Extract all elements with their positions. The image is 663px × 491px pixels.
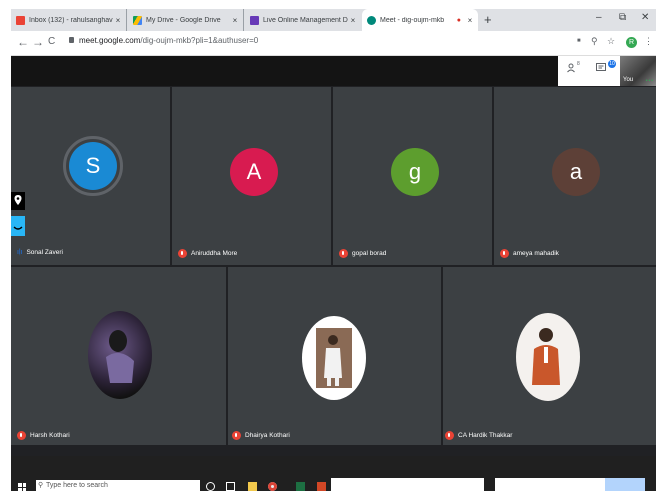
meet-icon (367, 15, 376, 25)
participant-name: gopal borad (352, 250, 387, 257)
taskbar-window-preview[interactable] (331, 478, 484, 491)
participant-name-label: CA Hardik Thakkar (445, 431, 512, 440)
tab-drive[interactable]: My Drive - Google Drive × (128, 9, 244, 31)
participant-name: Sonal Zaveri (26, 249, 63, 256)
mic-muted-icon (232, 431, 241, 440)
cortana-icon[interactable] (206, 482, 215, 491)
side-overlay (11, 192, 25, 242)
tab-title: Inbox (132) - rahulsanghavi@sri (29, 16, 113, 24)
gmail-icon (16, 15, 25, 25)
task-view-icon[interactable] (226, 482, 235, 491)
file-explorer-icon[interactable] (248, 482, 257, 491)
close-tab-icon[interactable]: × (465, 16, 475, 25)
meet-top-bar: 8 10 You ••• (11, 56, 656, 86)
participant-avatar: S (69, 142, 117, 190)
mic-muted-icon (178, 249, 187, 258)
participant-name-label: Aniruddha More (178, 249, 237, 258)
recording-icon: ● (456, 16, 461, 24)
participant-photo (302, 316, 366, 400)
chrome-icon[interactable] (268, 482, 277, 491)
participant-avatar: g (391, 148, 439, 196)
mic-muted-icon (17, 431, 26, 440)
back-button[interactable]: ← (17, 35, 29, 49)
forms-icon (250, 15, 259, 25)
search-placeholder: Type here to search (46, 482, 108, 489)
people-count: 8 (577, 61, 580, 67)
participant-photo (516, 313, 580, 401)
smile-widget-icon[interactable] (11, 216, 25, 236)
zoom-icon[interactable]: ⚲ (591, 36, 598, 47)
menu-icon[interactable]: ⋮ (644, 36, 653, 47)
new-tab-button[interactable]: + (484, 12, 492, 27)
address-bar-row: ← → C meet.google.com/dig-oujm-mkb?pli=1… (11, 31, 656, 56)
close-tab-icon[interactable]: × (113, 16, 123, 25)
tab-title: Meet - dig-oujm-mkb (380, 16, 445, 24)
profile-avatar[interactable]: R (626, 37, 637, 48)
tab-title: Live Online Management Develo (263, 16, 348, 24)
participant-name-label: ıḷı Sonal Zaveri (17, 249, 63, 256)
minimize-button[interactable]: – (596, 12, 602, 23)
self-label: You (623, 77, 634, 83)
drive-icon (133, 15, 142, 25)
lock-icon (69, 37, 74, 43)
self-options-icon[interactable]: ••• (646, 78, 654, 84)
participant-name-label: Harsh Kothari (17, 431, 70, 440)
voice-activity-icon: ıḷı (17, 249, 23, 256)
close-tab-icon[interactable]: × (348, 16, 358, 25)
participant-name: Aniruddha More (191, 250, 238, 257)
participant-name: CA Hardik Thakkar (458, 432, 513, 439)
forward-button[interactable]: → (32, 35, 44, 49)
meet-stage: 8 10 You ••• S A g a ıḷı Sonal Zaveri An… (11, 56, 656, 456)
taskbar-search-box[interactable]: ⚲ Type here to search (36, 480, 200, 491)
restore-button[interactable]: ⧉ (619, 12, 626, 23)
powerpoint-icon[interactable] (317, 482, 326, 491)
search-icon: ⚲ (38, 482, 44, 489)
windows-icon[interactable] (18, 483, 26, 491)
participant-name: Dhairya Kothari (245, 432, 290, 439)
participant-name: ameya mahadik (513, 250, 559, 257)
participant-name-label: Dhairya Kothari (232, 431, 290, 440)
camera-icon[interactable]: ■ (577, 38, 581, 44)
reload-button[interactable]: C (48, 36, 55, 47)
participant-avatar: a (552, 148, 600, 196)
url-field[interactable]: meet.google.com/dig-oujm-mkb?pli=1&authu… (79, 36, 258, 45)
chat-icon[interactable] (596, 63, 607, 76)
tab-meet[interactable]: Meet - dig-oujm-mkb ● × (362, 9, 478, 31)
participant-name: Harsh Kothari (30, 432, 70, 439)
participant-name-label: gopal borad (339, 249, 386, 258)
mic-muted-icon (339, 249, 348, 258)
tab-gmail[interactable]: Inbox (132) - rahulsanghavi@sri × (11, 9, 127, 31)
close-window-button[interactable]: ✕ (641, 12, 649, 23)
url-path: /dig-oujm-mkb?pli=1&authuser=0 (140, 36, 259, 45)
participant-avatar: A (230, 148, 278, 196)
mic-muted-icon (445, 431, 454, 440)
self-video-thumbnail[interactable]: You ••• (620, 56, 656, 86)
mic-muted-icon (500, 249, 509, 258)
close-tab-icon[interactable]: × (230, 16, 240, 25)
taskbar-tray-area[interactable] (495, 478, 645, 491)
tray-highlight (605, 478, 645, 491)
chat-badge: 10 (608, 60, 616, 68)
tab-title: My Drive - Google Drive (146, 16, 221, 24)
tab-strip: Inbox (132) - rahulsanghavi@sri × My Dri… (11, 9, 656, 31)
url-host: meet.google.com (79, 36, 141, 45)
participant-photo (88, 311, 152, 399)
bookmark-star-icon[interactable]: ☆ (607, 36, 615, 47)
excel-icon[interactable] (296, 482, 305, 491)
participant-name-label: ameya mahadik (500, 249, 559, 258)
tab-forms[interactable]: Live Online Management Develo × (245, 9, 361, 31)
windows-taskbar: ⚲ Type here to search (11, 456, 656, 491)
location-pin-icon[interactable] (11, 192, 25, 210)
